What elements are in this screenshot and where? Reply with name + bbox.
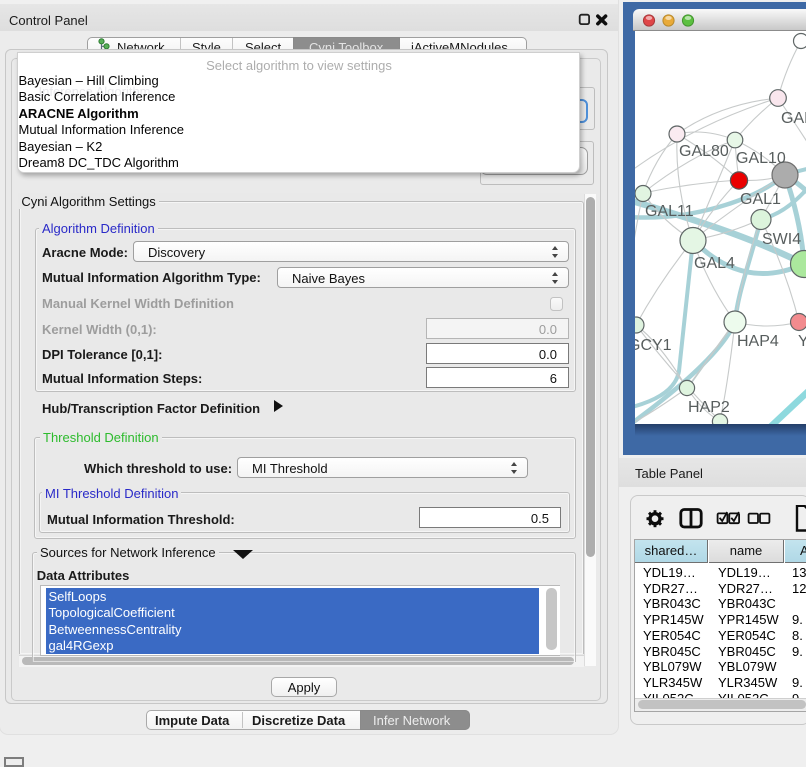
svg-text:YM: YM bbox=[798, 333, 806, 350]
svg-text:SWI4: SWI4 bbox=[762, 231, 801, 248]
svg-text:GAL10: GAL10 bbox=[736, 150, 786, 167]
svg-text:HAP4: HAP4 bbox=[737, 333, 779, 350]
svg-text:GAL7: GAL7 bbox=[781, 110, 806, 127]
svg-text:GAL80: GAL80 bbox=[679, 143, 729, 160]
svg-text:GAL1: GAL1 bbox=[740, 191, 781, 208]
svg-text:GCY1: GCY1 bbox=[635, 337, 672, 354]
svg-text:GAL11: GAL11 bbox=[645, 203, 694, 220]
svg-text:GAL4: GAL4 bbox=[694, 255, 735, 272]
svg-text:HAP2: HAP2 bbox=[688, 399, 730, 416]
